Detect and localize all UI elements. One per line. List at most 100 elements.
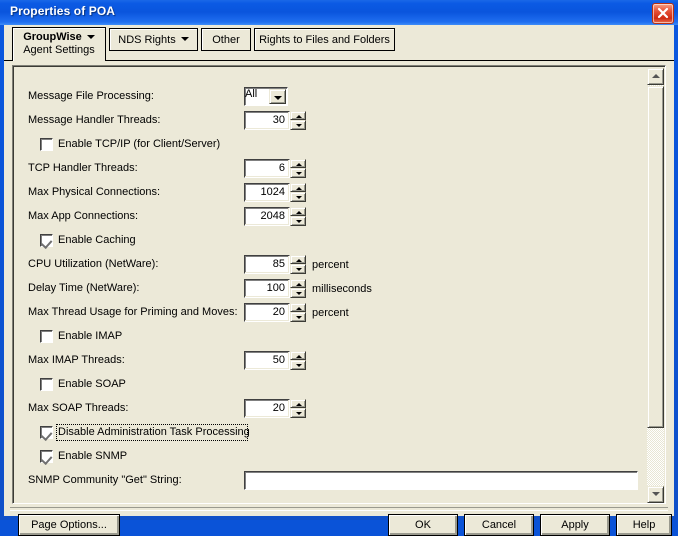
chevron-down-icon[interactable] xyxy=(269,89,286,104)
cpu-utilization-unit: percent xyxy=(312,259,349,271)
row-message-handler-threads: Message Handler Threads: 30 xyxy=(14,111,644,133)
max-physical-connections-input[interactable]: 1024 xyxy=(244,183,290,202)
cpu-utilization-value: 85 xyxy=(272,258,285,270)
tab-other[interactable]: Other xyxy=(201,28,251,51)
page-options-label: Page Options... xyxy=(31,519,107,531)
stepper-up-icon[interactable] xyxy=(290,255,306,264)
enable-tcpip-checkbox[interactable] xyxy=(40,138,53,151)
stepper-up-icon[interactable] xyxy=(290,279,306,288)
message-handler-threads-value: 30 xyxy=(272,114,285,126)
apply-button[interactable]: Apply xyxy=(540,514,610,536)
ok-label: OK xyxy=(415,519,431,531)
tab-groupwise[interactable]: GroupWise Agent Settings xyxy=(12,27,106,61)
label-cpu-utilization: CPU Utilization (NetWare): xyxy=(28,258,159,270)
tab-groupwise-label: GroupWise xyxy=(23,31,82,43)
stepper-up-icon[interactable] xyxy=(290,207,306,216)
enable-snmp-checkbox[interactable] xyxy=(40,450,53,463)
help-label: Help xyxy=(632,519,656,531)
cancel-button[interactable]: Cancel xyxy=(464,514,534,536)
tab-other-label: Other xyxy=(212,33,240,46)
stepper-up-icon[interactable] xyxy=(290,303,306,312)
tab-nds-rights-label: NDS Rights xyxy=(118,33,176,46)
ok-button[interactable]: OK xyxy=(388,514,458,536)
max-thread-usage-value: 20 xyxy=(272,306,285,318)
row-enable-snmp: Enable SNMP xyxy=(14,447,644,469)
message-file-processing-combo[interactable]: All xyxy=(244,87,288,106)
stepper-down-icon[interactable] xyxy=(290,168,306,178)
enable-soap-checkbox[interactable] xyxy=(40,378,53,391)
label-max-physical-connections: Max Physical Connections: xyxy=(28,186,161,198)
disable-admin-task-processing-checkbox[interactable] xyxy=(40,426,53,439)
max-imap-threads-input[interactable]: 50 xyxy=(244,351,290,370)
enable-caching-checkbox[interactable] xyxy=(40,234,53,247)
label-message-file-processing: Message File Processing: xyxy=(28,90,154,102)
stepper-up-icon[interactable] xyxy=(290,111,306,120)
stepper-down-icon[interactable] xyxy=(290,288,306,298)
stepper-down-icon[interactable] xyxy=(290,120,306,130)
snmp-community-get-string-input[interactable] xyxy=(244,471,638,490)
row-tcp-handler-threads: TCP Handler Threads: 6 xyxy=(14,159,644,181)
label-max-imap-threads: Max IMAP Threads: xyxy=(28,354,125,366)
tcp-handler-threads-input[interactable]: 6 xyxy=(244,159,290,178)
delay-time-unit: milliseconds xyxy=(312,283,372,295)
row-delay-time: Delay Time (NetWare): 100 milliseconds xyxy=(14,279,644,301)
stepper-down-icon[interactable] xyxy=(290,312,306,322)
max-thread-usage-input[interactable]: 20 xyxy=(244,303,290,322)
enable-tcpip-label: Enable TCP/IP (for Client/Server) xyxy=(58,138,221,150)
apply-label: Apply xyxy=(561,519,589,531)
delay-time-input[interactable]: 100 xyxy=(244,279,290,298)
max-soap-threads-stepper[interactable] xyxy=(290,399,306,418)
tab-nds-rights[interactable]: NDS Rights xyxy=(109,28,198,51)
enable-caching-label: Enable Caching xyxy=(58,234,136,246)
delay-time-value: 100 xyxy=(266,282,285,294)
label-max-app-connections: Max App Connections: xyxy=(28,210,139,222)
dialog-client-area: GroupWise Agent Settings NDS Rights Othe… xyxy=(4,25,674,536)
help-button[interactable]: Help xyxy=(616,514,672,536)
max-imap-threads-value: 50 xyxy=(272,354,285,366)
max-physical-connections-stepper[interactable] xyxy=(290,183,306,202)
max-app-connections-stepper[interactable] xyxy=(290,207,306,226)
close-icon[interactable] xyxy=(652,3,674,24)
settings-scrollbar[interactable] xyxy=(647,68,664,503)
scroll-down-icon[interactable] xyxy=(647,486,664,503)
max-thread-usage-stepper[interactable] xyxy=(290,303,306,322)
max-soap-threads-input[interactable]: 20 xyxy=(244,399,290,418)
stepper-up-icon[interactable] xyxy=(290,351,306,360)
cancel-label: Cancel xyxy=(481,519,517,531)
scrollbar-thumb[interactable] xyxy=(647,86,664,428)
message-handler-threads-stepper[interactable] xyxy=(290,111,306,130)
max-app-connections-input[interactable]: 2048 xyxy=(244,207,290,226)
scroll-up-icon[interactable] xyxy=(647,68,664,85)
label-max-thread-usage: Max Thread Usage for Priming and Moves: xyxy=(28,306,238,318)
tcp-handler-threads-value: 6 xyxy=(278,162,285,174)
tab-strip: GroupWise Agent Settings NDS Rights Othe… xyxy=(4,25,674,61)
stepper-up-icon[interactable] xyxy=(290,159,306,168)
stepper-down-icon[interactable] xyxy=(290,192,306,202)
row-max-physical-connections: Max Physical Connections: 1024 xyxy=(14,183,644,205)
max-soap-threads-value: 20 xyxy=(272,402,285,414)
stepper-down-icon[interactable] xyxy=(290,216,306,226)
row-enable-caching: Enable Caching xyxy=(14,231,644,253)
label-snmp-community-get-string: SNMP Community "Get" String: xyxy=(28,474,182,486)
row-max-soap-threads: Max SOAP Threads: 20 xyxy=(14,399,644,421)
delay-time-stepper[interactable] xyxy=(290,279,306,298)
max-physical-connections-value: 1024 xyxy=(260,186,285,198)
stepper-down-icon[interactable] xyxy=(290,360,306,370)
stepper-up-icon[interactable] xyxy=(290,183,306,192)
page-options-button[interactable]: Page Options... xyxy=(18,514,120,536)
max-imap-threads-stepper[interactable] xyxy=(290,351,306,370)
tab-rights-to-files-and-folders[interactable]: Rights to Files and Folders xyxy=(254,28,395,51)
cpu-utilization-input[interactable]: 85 xyxy=(244,255,290,274)
row-enable-tcpip: Enable TCP/IP (for Client/Server) xyxy=(14,135,644,157)
tcp-handler-threads-stepper[interactable] xyxy=(290,159,306,178)
label-max-soap-threads: Max SOAP Threads: xyxy=(28,402,129,414)
window-title: Properties of POA xyxy=(10,4,116,18)
message-handler-threads-input[interactable]: 30 xyxy=(244,111,290,130)
enable-imap-checkbox[interactable] xyxy=(40,330,53,343)
stepper-down-icon[interactable] xyxy=(290,408,306,418)
tab-groupwise-sublabel: Agent Settings xyxy=(23,44,95,56)
stepper-down-icon[interactable] xyxy=(290,264,306,274)
settings-panel-inner: Message File Processing: All Message Han… xyxy=(13,66,665,503)
stepper-up-icon[interactable] xyxy=(290,399,306,408)
cpu-utilization-stepper[interactable] xyxy=(290,255,306,274)
